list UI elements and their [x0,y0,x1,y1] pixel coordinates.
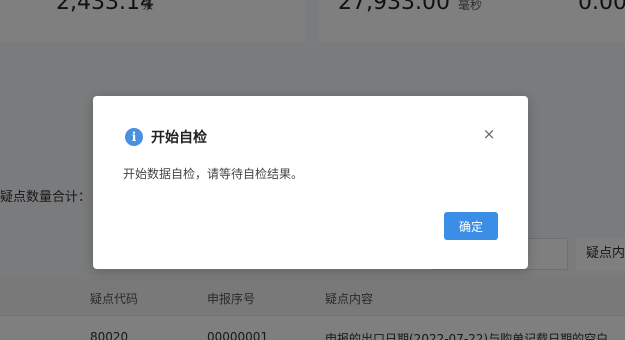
info-icon: i [125,128,143,146]
dialog-message: 开始数据自检，请等待自检结果。 [123,167,304,181]
self-check-dialog: i 开始自检 × 开始数据自检，请等待自检结果。 确定 [93,96,528,269]
close-icon[interactable]: × [482,127,496,142]
dialog-title: 开始自检 [151,130,207,146]
confirm-button[interactable]: 确定 [444,212,498,240]
dialog-header: i 开始自检 [125,127,207,147]
